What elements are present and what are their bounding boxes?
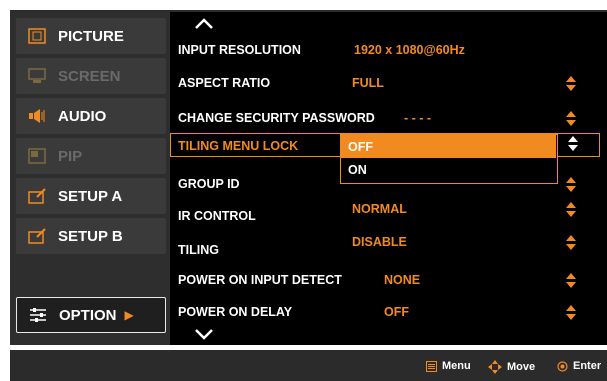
sidebar-item-label: AUDIO (58, 107, 107, 125)
setting-change-security-password[interactable]: CHANGE SECURITY PASSWORD - - - - (170, 102, 607, 134)
sidebar-item-label: SETUP A (58, 187, 123, 205)
sidebar-item-label: PIP (58, 147, 83, 165)
up-down-arrows-icon[interactable] (566, 177, 576, 193)
sidebar-item-setup-b[interactable]: SETUP B (16, 218, 166, 254)
setting-power-on-delay[interactable]: POWER ON DELAY OFF (170, 296, 607, 328)
setting-label: INPUT RESOLUTION (178, 43, 301, 57)
setting-value: FULL (352, 76, 384, 90)
screen-icon (28, 68, 46, 84)
up-down-arrows-icon[interactable] (566, 76, 576, 92)
up-down-arrows-icon[interactable] (568, 136, 578, 152)
up-down-arrows-icon[interactable] (566, 202, 576, 218)
chevron-right-icon: ▶ (124, 308, 134, 322)
setting-label: POWER ON INPUT DETECT (178, 273, 342, 287)
sidebar-item-label: OPTION (59, 306, 117, 324)
up-down-arrows-icon[interactable] (566, 111, 576, 127)
setting-label: IR CONTROL (178, 209, 256, 223)
setting-label: TILING (178, 243, 219, 257)
tiling-menu-lock-dropdown[interactable]: OFF ON (340, 134, 558, 184)
setting-label: ASPECT RATIO (178, 76, 271, 90)
dropdown-option-off[interactable]: OFF (341, 135, 556, 158)
enter-hint: Enter (557, 360, 601, 372)
up-down-arrows-icon[interactable] (566, 305, 576, 321)
setup-icon (28, 188, 46, 204)
sidebar-item-audio[interactable]: AUDIO (16, 98, 166, 134)
sidebar-item-option[interactable]: OPTION ▶ (16, 297, 166, 333)
option-icon (29, 307, 47, 323)
enter-icon (557, 360, 568, 372)
spin-control[interactable] (557, 134, 599, 155)
setting-label: GROUP ID (178, 177, 240, 191)
up-down-arrows-icon[interactable] (566, 235, 576, 251)
dropdown-option-on[interactable]: ON (341, 158, 556, 181)
enter-hint-label: Enter (573, 360, 602, 372)
move-hint-label: Move (507, 361, 536, 373)
setting-value: NONE (384, 273, 421, 287)
chevron-up-icon[interactable] (194, 18, 214, 30)
setting-label: CHANGE SECURITY PASSWORD (178, 111, 375, 125)
setting-power-on-input-detect[interactable]: POWER ON INPUT DETECT NONE (170, 264, 607, 296)
menu-hint: Menu (426, 360, 471, 372)
sidebar-item-screen[interactable]: SCREEN (16, 58, 166, 94)
sidebar-item-label: SETUP B (58, 227, 123, 245)
setting-value: OFF (384, 305, 409, 319)
setting-label: TILING MENU LOCK (178, 139, 299, 153)
setting-value: DISABLE (352, 235, 407, 249)
menu-icon (426, 360, 437, 372)
sidebar-item-setup-a[interactable]: SETUP A (16, 178, 166, 214)
setting-label: POWER ON DELAY (178, 305, 293, 319)
setting-value: - - - - (404, 111, 432, 125)
footer-hints: Menu Move Enter (10, 350, 607, 381)
up-down-arrows-icon[interactable] (566, 273, 576, 289)
setting-aspect-ratio[interactable]: ASPECT RATIO FULL (170, 67, 607, 99)
setting-value: 1920 x 1080@60Hz (354, 43, 465, 57)
move-arrows-icon (488, 360, 502, 374)
setting-value: NORMAL (352, 202, 407, 216)
move-hint: Move (488, 360, 535, 374)
pip-icon (28, 148, 46, 164)
sidebar-item-picture[interactable]: PICTURE (16, 18, 166, 54)
settings-panel: INPUT RESOLUTION 1920 x 1080@60Hz ASPECT… (170, 12, 607, 345)
picture-icon (28, 28, 46, 44)
sidebar-item-pip[interactable]: PIP (16, 138, 166, 174)
category-sidebar: PICTURE SCREEN AUDIO PIP SETUP A SETUP B (10, 12, 170, 345)
setup-icon (28, 228, 46, 244)
menu-hint-label: Menu (442, 360, 471, 372)
setting-input-resolution[interactable]: INPUT RESOLUTION 1920 x 1080@60Hz (170, 34, 607, 66)
setting-ir-control[interactable]: IR CONTROL NORMAL (170, 200, 607, 232)
setting-tiling[interactable]: TILING DISABLE (170, 231, 607, 263)
sidebar-item-label: SCREEN (58, 67, 121, 85)
sidebar-item-label: PICTURE (58, 27, 124, 45)
audio-icon (28, 108, 46, 124)
chevron-down-icon[interactable] (194, 328, 214, 340)
